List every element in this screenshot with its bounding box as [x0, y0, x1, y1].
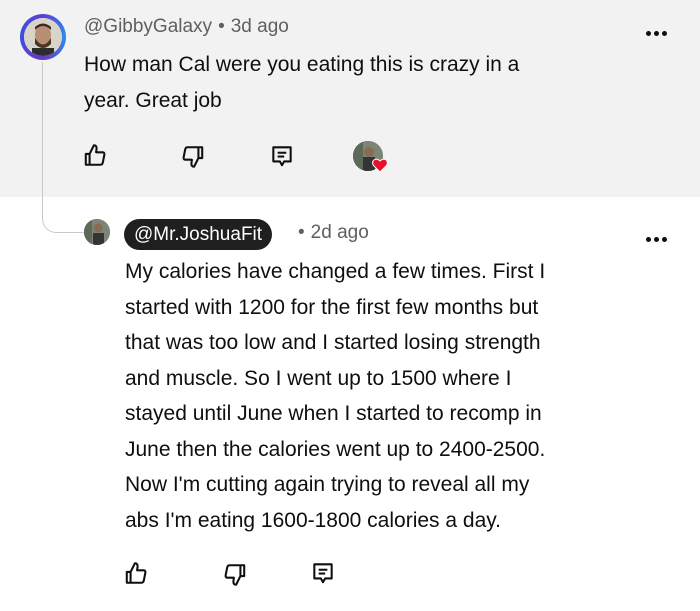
user-face-icon — [24, 18, 62, 56]
reply-author-handle-badge[interactable]: @Mr.JoshuaFit — [124, 219, 273, 250]
text-line: Now I'm cutting again trying to reveal a… — [125, 473, 530, 496]
parent-comment-text: How man Cal were you eating this is craz… — [84, 47, 519, 118]
text-line: June then the calories went up to 2400-2… — [125, 437, 546, 461]
reply-comment-meta: • 2d ago — [298, 222, 369, 244]
text-line: started with 1200 for the first few mont… — [125, 295, 539, 319]
reply-avatar-image — [84, 219, 110, 245]
parent-more-options-icon[interactable] — [646, 30, 670, 38]
text-line: My calories have changed a few times. Fi… — [125, 260, 546, 283]
parent-author-handle[interactable]: @GibbyGalaxy — [84, 16, 212, 37]
parent-comment-meta: @GibbyGalaxy • 3d ago — [84, 16, 289, 38]
thumbs-down-icon[interactable] — [222, 562, 248, 588]
reply-author-handle[interactable]: @Mr.JoshuaFit — [134, 224, 262, 245]
text-line: abs I'm eating 1600-1800 calories a day. — [125, 508, 502, 532]
meta-separator: • — [298, 222, 305, 243]
text-line: that was too low and I started losing st… — [125, 331, 541, 354]
text-line: How man Cal were you eating this is craz… — [84, 53, 520, 76]
reply-more-options-icon[interactable] — [646, 236, 670, 244]
text-line: year. Great job — [84, 88, 222, 112]
thumbs-down-icon[interactable] — [180, 144, 206, 170]
meta-separator: • — [218, 16, 225, 37]
text-line: and muscle. So I went up to 1500 where I — [125, 366, 512, 390]
reply-avatar[interactable] — [84, 219, 110, 245]
reply-icon[interactable] — [269, 143, 295, 169]
parent-avatar[interactable] — [20, 14, 66, 60]
thumbs-up-icon[interactable] — [123, 560, 149, 586]
heart-icon — [372, 158, 388, 173]
text-line: stayed until June when I started to reco… — [125, 402, 542, 425]
reply-icon[interactable] — [310, 560, 336, 586]
parent-timestamp[interactable]: 3d ago — [231, 16, 289, 37]
parent-avatar-image — [24, 18, 62, 56]
reply-timestamp[interactable]: 2d ago — [311, 222, 369, 243]
thumbs-up-icon[interactable] — [82, 142, 108, 168]
reply-comment-text: My calories have changed a few times. Fi… — [125, 254, 545, 538]
